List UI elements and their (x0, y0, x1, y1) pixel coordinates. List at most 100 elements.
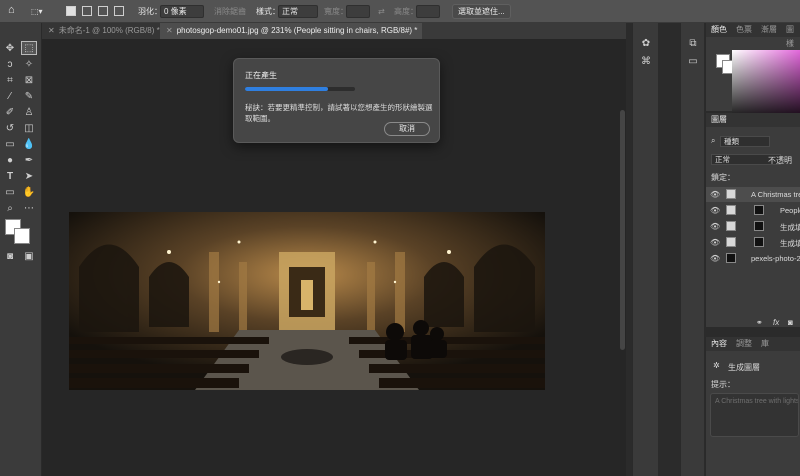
layer-row[interactable]: 👁 People (706, 203, 800, 218)
new-selection-icon[interactable] (66, 6, 76, 16)
document-image[interactable] (69, 212, 545, 390)
height-label: 高度： (394, 7, 418, 16)
frame-tool-icon[interactable]: ⊠ (21, 74, 37, 88)
layer-name: pexels-photo-2 (751, 254, 800, 263)
cancel-button[interactable]: 取消 (384, 122, 430, 136)
layer-row[interactable]: 👁 pexels-photo-2 (706, 251, 800, 266)
prompt-label: 提示： (711, 380, 735, 389)
lasso-tool-icon[interactable]: ↄ (2, 58, 18, 72)
add-mask-icon[interactable]: ◙ (788, 318, 793, 327)
intersect-selection-icon[interactable] (114, 6, 124, 16)
generative-icon[interactable]: ✿ (639, 37, 653, 51)
layer-thumbnail (726, 189, 736, 199)
blur-tool-icon[interactable]: 💧 (21, 138, 37, 152)
close-icon[interactable]: ✕ (48, 26, 55, 35)
background-color-swatch[interactable] (14, 228, 30, 244)
home-icon[interactable]: ⌂ (8, 4, 15, 17)
stamp-tool-icon[interactable]: ♙ (21, 106, 37, 120)
layer-mask-thumbnail (754, 221, 764, 231)
crop-tool-icon[interactable]: ⌗ (2, 74, 18, 88)
dodge-tool-icon[interactable]: ● (2, 154, 18, 168)
layer-mask-thumbnail (754, 205, 764, 215)
gradient-tool-icon[interactable]: ▭ (2, 138, 18, 152)
section-title: 生成圖層 (728, 363, 760, 372)
rectangle-tool-icon[interactable]: ▭ (2, 186, 18, 200)
tab-gradients[interactable]: 漸層 (761, 23, 777, 37)
eyedropper-icon[interactable]: ⁄ (2, 90, 18, 104)
zoom-tool-icon[interactable]: ⌕ (2, 202, 18, 216)
layer-row[interactable]: 👁 生成填 (706, 219, 800, 234)
filter-search-icon: ⌕ (711, 136, 716, 145)
panel-icon-strip-right: ⧉ ▭ (680, 23, 704, 476)
subtract-selection-icon[interactable] (98, 6, 108, 16)
tools-panel: ✥ ⬚ ↄ ✧ ⌗ ⊠ ⁄ ✎ ✐ ♙ ↺ ◫ ▭ 💧 ● ✒ T ➤ ▭ ✋ … (0, 23, 42, 476)
dialog-hint: 秘訣：若要更精準控制，請試著以您想產生的形狀繪製選取範圍。 (245, 103, 433, 123)
feather-input[interactable]: 0 像素 (160, 5, 204, 18)
panel-icon-strip-left: ✿ ⌘ (632, 23, 658, 476)
tab-patterns[interactable]: 圖樣 (786, 23, 800, 48)
height-input[interactable] (416, 5, 440, 18)
opacity-label: 不透明 (768, 156, 792, 165)
tab-adjustments[interactable]: 調整 (736, 337, 752, 351)
spot-heal-icon[interactable]: ✎ (21, 90, 37, 104)
tab-untitled[interactable]: ✕ 未命名-1 @ 100% (RGB/8) * (42, 23, 160, 39)
swap-dimensions-icon[interactable]: ⇄ (378, 5, 385, 18)
layer-filter-select[interactable]: 種類 (720, 136, 770, 147)
screen-mode-icon[interactable]: ▣ (21, 250, 37, 264)
generative-layer-icon: ✲ (713, 361, 720, 370)
tab-properties[interactable]: 內容 (711, 337, 727, 351)
layer-name: People (780, 206, 800, 215)
pen-tool-icon[interactable]: ✒ (21, 154, 37, 168)
tab-swatches[interactable]: 色票 (736, 23, 752, 37)
select-and-mask-button[interactable]: 選取並遮住... (452, 4, 511, 19)
visibility-eye-icon[interactable]: 👁 (710, 206, 720, 215)
church-interior-image (69, 212, 545, 390)
type-tool-icon[interactable]: T (2, 170, 18, 184)
tab-photosgop[interactable]: ✕ photosgop-demo01.jpg @ 231% (People sit… (160, 23, 422, 39)
tab-layers[interactable]: 圖層 (711, 113, 727, 127)
layer-row[interactable]: 👁 生成填 (706, 235, 800, 250)
magic-wand-icon[interactable]: ✧ (21, 58, 37, 72)
prompt-input[interactable]: A Christmas tree with lights (710, 393, 799, 437)
antialias-checkbox[interactable]: 消除鋸齒 (214, 5, 246, 18)
lock-label: 鎖定： (711, 173, 735, 182)
dialog-title: 正在產生 (245, 71, 277, 80)
visibility-eye-icon[interactable]: 👁 (710, 222, 720, 231)
color-panel-tabs: 顏色 色票 漸層 圖樣 (706, 23, 800, 48)
close-icon[interactable]: ✕ (166, 26, 173, 35)
width-label: 寬度： (324, 7, 348, 16)
visibility-eye-icon[interactable]: 👁 (710, 190, 720, 199)
progress-fill (245, 87, 328, 91)
eraser-tool-icon[interactable]: ◫ (21, 122, 37, 136)
hand-tool-icon[interactable]: ✋ (21, 186, 37, 200)
marquee-tool-preset-icon[interactable]: ⬚▾ (31, 5, 43, 18)
move-tool-icon[interactable]: ✥ (2, 42, 18, 56)
canvas-scrollbar[interactable] (620, 110, 625, 350)
path-select-icon[interactable]: ➤ (21, 170, 37, 184)
comments-icon[interactable]: ▭ (686, 55, 700, 69)
document-tabs: ✕ 未命名-1 @ 100% (RGB/8) * ✕ photosgop-demo0… (42, 23, 626, 39)
layers-panel: 圖層 ⌕ 種類 正常 不透明 鎖定： 👁 A Christmas tre 👁 P… (705, 113, 800, 327)
layer-name: A Christmas tre (751, 190, 800, 199)
width-input[interactable] (346, 5, 370, 18)
add-selection-icon[interactable] (82, 6, 92, 16)
paths-icon[interactable]: ⌘ (639, 55, 653, 69)
tab-label: 未命名-1 @ 100% (RGB/8) * (58, 26, 160, 35)
link-layers-icon[interactable]: ⚭ (756, 318, 763, 327)
layer-thumbnail (726, 237, 736, 247)
history-brush-icon[interactable]: ↺ (2, 122, 18, 136)
style-select[interactable]: 正常 (278, 5, 318, 18)
marquee-tool-icon[interactable]: ⬚ (21, 41, 37, 55)
brush-tool-icon[interactable]: ✐ (2, 106, 18, 120)
history-icon[interactable]: ⧉ (686, 37, 700, 51)
layer-row[interactable]: 👁 A Christmas tre (706, 187, 800, 202)
more-tools-icon[interactable]: ⋯ (21, 202, 37, 216)
visibility-eye-icon[interactable]: 👁 (710, 254, 720, 263)
layer-thumbnail (726, 221, 736, 231)
tab-libraries[interactable]: 庫 (761, 337, 769, 351)
visibility-eye-icon[interactable]: 👁 (710, 238, 720, 247)
tab-color[interactable]: 顏色 (711, 23, 727, 37)
layer-effects-icon[interactable]: fx (773, 318, 779, 327)
progress-bar (245, 87, 355, 91)
quick-mask-icon[interactable]: ◙ (2, 250, 18, 264)
